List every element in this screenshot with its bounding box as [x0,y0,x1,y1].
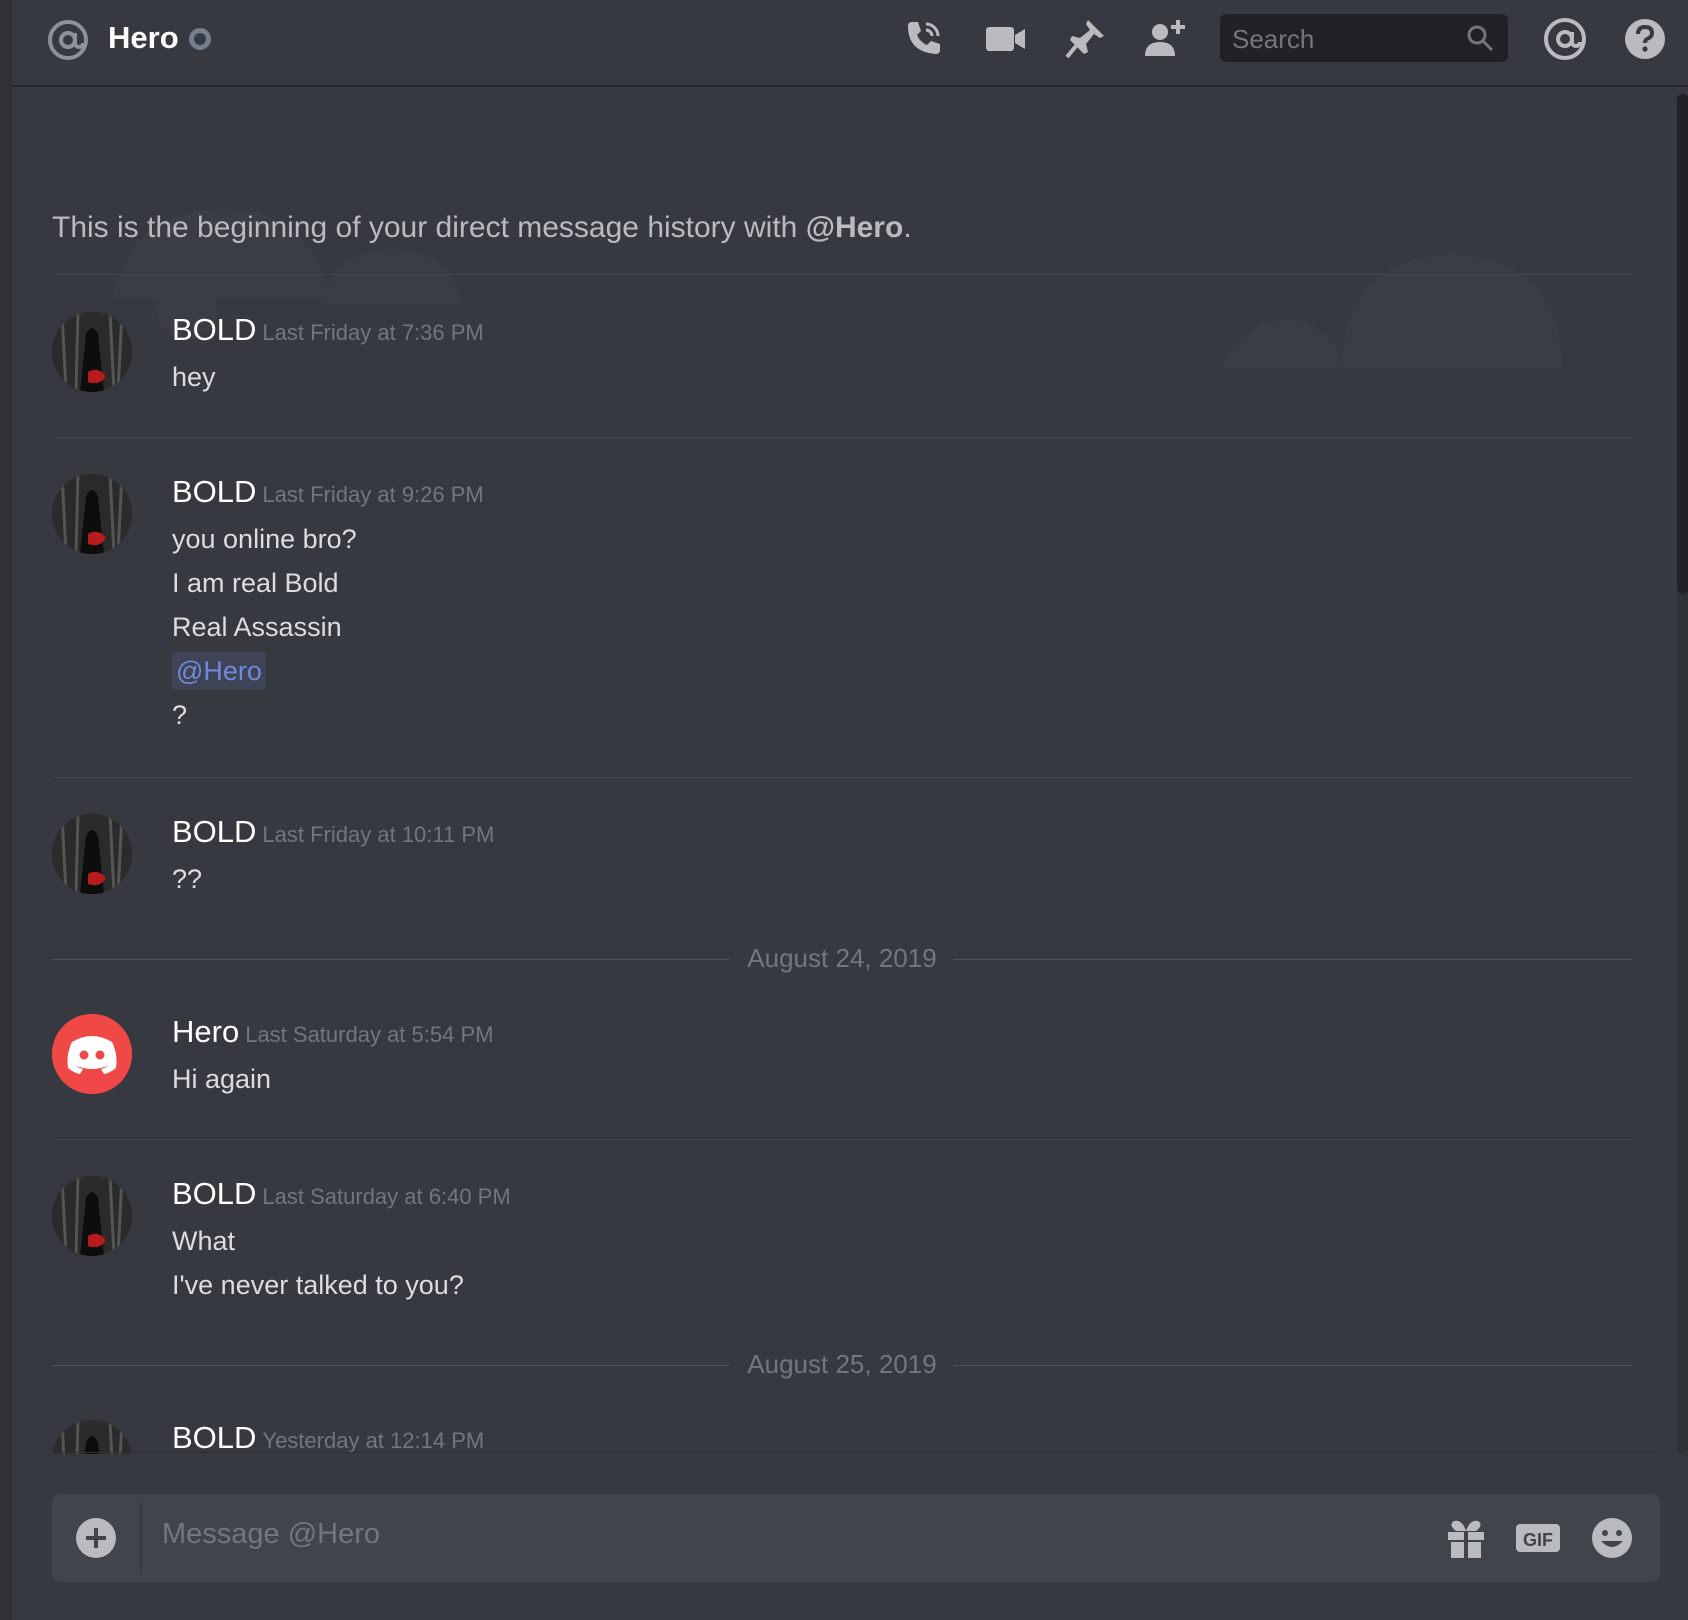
username[interactable]: Hero [172,1014,239,1049]
message-text: ? [172,700,188,730]
message-text: Hi again [172,1064,272,1094]
message-text: I've never talked to you? [172,1270,464,1300]
message-divider [52,274,1632,275]
video-icon[interactable] [982,16,1028,62]
mentions-icon[interactable] [1542,16,1588,62]
welcome-message: This is the beginning of your direct mes… [52,211,912,245]
message-list: This is the beginning of your direct mes… [12,89,1676,1454]
avatar[interactable] [52,312,132,392]
search-input[interactable]: Search [1220,14,1508,62]
avatar[interactable] [52,474,132,554]
message-divider [52,777,1632,778]
username[interactable]: BOLD [172,474,256,509]
add-friend-icon[interactable] [1142,16,1188,62]
date-divider-label: August 24, 2019 [747,943,937,973]
call-icon[interactable] [900,16,946,62]
message-text: I am real Bold [172,568,339,598]
date-divider-label: August 25, 2019 [747,1349,937,1379]
search-placeholder: Search [1232,24,1315,54]
composer-separator [140,1502,142,1574]
dm-title: Hero [108,20,179,55]
timestamp: Last Friday at 10:11 PM [262,822,495,847]
timestamp: Last Friday at 7:36 PM [262,320,484,345]
username[interactable]: BOLD [172,814,256,849]
avatar[interactable] [52,1014,132,1094]
message-text: What [172,1226,236,1256]
message-text: you online bro? [172,524,357,554]
emoji-icon[interactable] [1588,1516,1636,1560]
welcome-prefix: This is the beginning of your direct mes… [52,211,806,244]
message-input[interactable]: Message @Hero [162,1518,380,1551]
date-divider: August 24, 2019 [52,939,1632,979]
status-indicator [189,28,211,50]
timestamp: Last Saturday at 5:54 PM [245,1022,494,1047]
message-text: hey [172,362,216,392]
timestamp: Yesterday at 12:14 PM [262,1428,485,1453]
gift-icon[interactable] [1442,1516,1490,1560]
composer-divider [52,1452,1660,1453]
avatar[interactable] [52,814,132,894]
message-text: Real Assassin [172,612,342,642]
message-divider [52,1139,1632,1140]
date-divider: August 25, 2019 [52,1345,1632,1385]
gif-icon[interactable]: GIF [1514,1516,1562,1560]
username[interactable]: BOLD [172,1420,256,1454]
timestamp: Last Friday at 9:26 PM [262,482,484,507]
scrollbar-thumb[interactable] [1677,94,1688,594]
pin-icon[interactable] [1062,16,1108,62]
user-mention[interactable]: @Hero [172,652,266,690]
svg-text:GIF: GIF [1523,1530,1553,1550]
channel-header: Hero Search [12,0,1688,87]
message-text: ?? [172,864,203,894]
avatar[interactable] [52,1420,132,1454]
at-icon [46,18,90,62]
welcome-handle: @Hero [805,211,904,244]
avatar[interactable] [52,1176,132,1256]
left-edge [0,0,12,1620]
username[interactable]: BOLD [172,1176,256,1211]
username[interactable]: BOLD [172,312,256,347]
message-divider [52,437,1632,438]
welcome-suffix: . [903,211,912,244]
message-composer: Message @Hero GIF [52,1494,1660,1582]
search-icon [1466,24,1494,52]
timestamp: Last Saturday at 6:40 PM [262,1184,511,1209]
plus-icon[interactable] [74,1516,118,1560]
help-icon[interactable] [1622,16,1668,62]
